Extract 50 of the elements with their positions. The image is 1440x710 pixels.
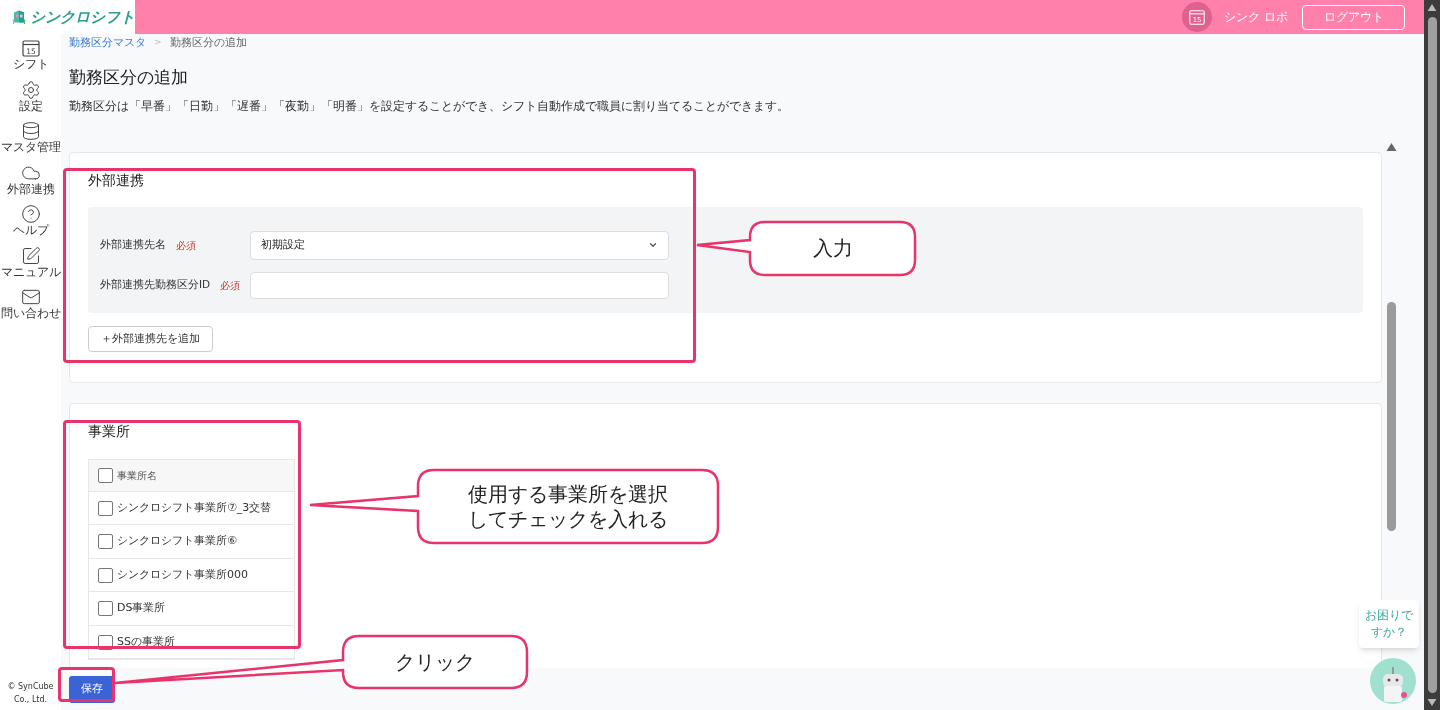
required-tag: 必須 <box>220 277 241 293</box>
checkbox[interactable] <box>98 601 113 616</box>
logo-text: シンクロシフト <box>30 6 135 28</box>
browser-scrollbar[interactable] <box>1424 0 1440 710</box>
field-label: 外部連携先名 <box>100 237 166 253</box>
select-field[interactable]: 初期設定 <box>250 230 669 260</box>
office-name: シンクロシフト事業所⑦_3交替 <box>117 499 272 516</box>
checkbox[interactable] <box>98 567 113 583</box>
sidebar-item[interactable]: マスタ管理 <box>0 121 61 163</box>
database-icon <box>20 121 41 141</box>
field-label: 外部連携先勤務区分ID <box>100 277 211 293</box>
section-title: 事業所 <box>88 421 131 441</box>
office-name: DS事業所 <box>117 600 166 617</box>
sidebar-item[interactable]: 設定 <box>18 79 43 121</box>
scroll-thumb[interactable] <box>1387 301 1396 531</box>
copyright: © SynCube Co., Ltd. <box>6 681 55 706</box>
checkbox[interactable] <box>98 534 113 549</box>
input-field[interactable] <box>250 271 669 299</box>
sidebar-item[interactable]: 外部連携 <box>6 162 55 204</box>
sidebar-item[interactable]: ヘルプ <box>12 204 49 246</box>
scroll-thumb[interactable] <box>1427 17 1437 693</box>
callout-text: クリック <box>395 649 475 675</box>
office-name: シンクロシフト事業所000 <box>117 566 248 583</box>
help-icon <box>20 204 41 224</box>
sidebar-item[interactable]: 問い合わせ <box>0 287 61 329</box>
gear-icon <box>20 79 41 100</box>
page-title: 勤務区分の追加 <box>68 66 189 89</box>
office-name: SSの事業所 <box>117 633 175 650</box>
office-name: シンクロシフト事業所⑥ <box>117 533 237 550</box>
scroll-down-icon[interactable] <box>1427 699 1437 706</box>
highlight-box <box>58 667 115 702</box>
user-name: シンク ロボ <box>1224 9 1288 26</box>
required-tag: 必須 <box>176 237 196 253</box>
page-description: 勤務区分は「早番」「日勤」「遅番」「夜勤」「明番」を設定することができ、シフト自動作成で職員に割り当てることができます。 <box>68 97 790 115</box>
scroll-up-icon[interactable] <box>1386 142 1397 151</box>
mail-icon <box>20 287 41 307</box>
breadcrumb-separator: > <box>154 36 162 50</box>
edit-icon <box>20 245 41 266</box>
checkbox[interactable] <box>98 467 113 483</box>
sidebar-item[interactable]: マニュアル <box>0 245 61 287</box>
add-link-button[interactable]: ＋外部連携先を追加 <box>88 325 213 352</box>
column-header: 事業所名 <box>117 468 157 483</box>
scroll-up-icon[interactable] <box>1427 4 1437 11</box>
callout-text: 使用する事業所を選択してチェックを入れる <box>467 481 669 532</box>
breadcrumb-item: 勤務区分の追加 <box>169 34 247 51</box>
checkbox[interactable] <box>98 500 113 516</box>
section-title: 外部連携 <box>88 170 145 190</box>
breadcrumb-item[interactable]: 勤務区分マスタ <box>69 34 146 52</box>
robot-icon[interactable] <box>1370 658 1416 704</box>
callout-text: 入力 <box>812 236 853 261</box>
